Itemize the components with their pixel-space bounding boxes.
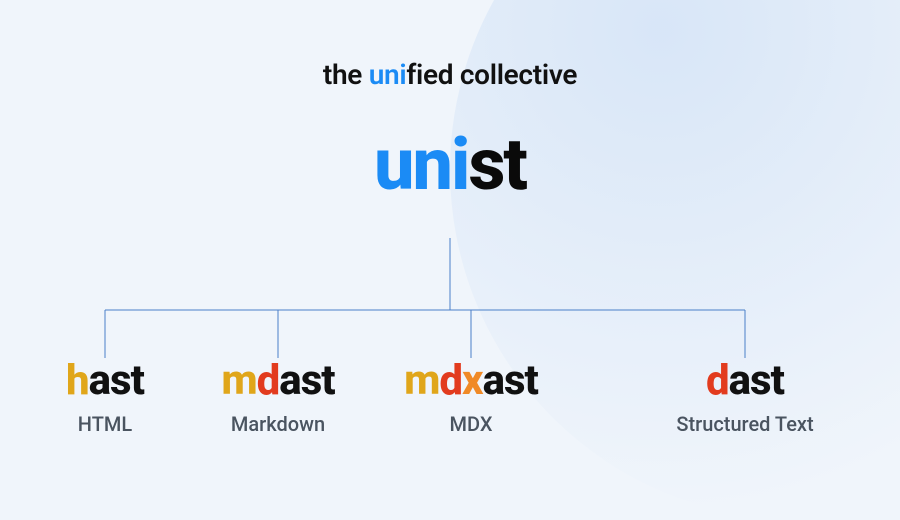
child-name-part: ast (483, 356, 538, 405)
child-name-part: d (706, 356, 729, 405)
child-name-part: m (221, 356, 256, 405)
tagline: the unified collective (323, 58, 577, 91)
tagline-accent: uni (369, 58, 407, 91)
child-name: dast (706, 360, 784, 402)
child-node: mdxast MDX (404, 360, 538, 436)
tagline-post: fied collective (406, 58, 577, 91)
child-name-part: d (257, 356, 280, 405)
child-subtitle: Markdown (231, 412, 325, 436)
child-subtitle: Structured Text (676, 412, 813, 436)
root-rest: st (468, 122, 526, 207)
child-subtitle: HTML (78, 412, 132, 436)
tagline-pre: the (323, 58, 369, 91)
diagram-container: the unified collective unist hastHTMLmda… (0, 0, 900, 516)
child-subtitle: MDX (450, 412, 493, 436)
child-node: dast Structured Text (676, 360, 813, 436)
root-accent: uni (374, 122, 468, 207)
child-name-part: d (439, 356, 462, 405)
child-name-part: x (462, 356, 483, 405)
child-name-part: ast (729, 356, 784, 405)
child-name: hast (66, 360, 144, 402)
child-name-part: ast (89, 356, 144, 405)
child-node: hast HTML (66, 360, 144, 436)
root-node-label: unist (374, 129, 526, 201)
child-name-part: ast (279, 356, 334, 405)
child-name: mdxast (404, 360, 538, 402)
tree-connectors (64, 238, 836, 368)
child-node: mdast Markdown (221, 360, 334, 436)
child-name-part: m (404, 356, 439, 405)
child-name-part: h (66, 356, 89, 405)
child-name: mdast (221, 360, 334, 402)
